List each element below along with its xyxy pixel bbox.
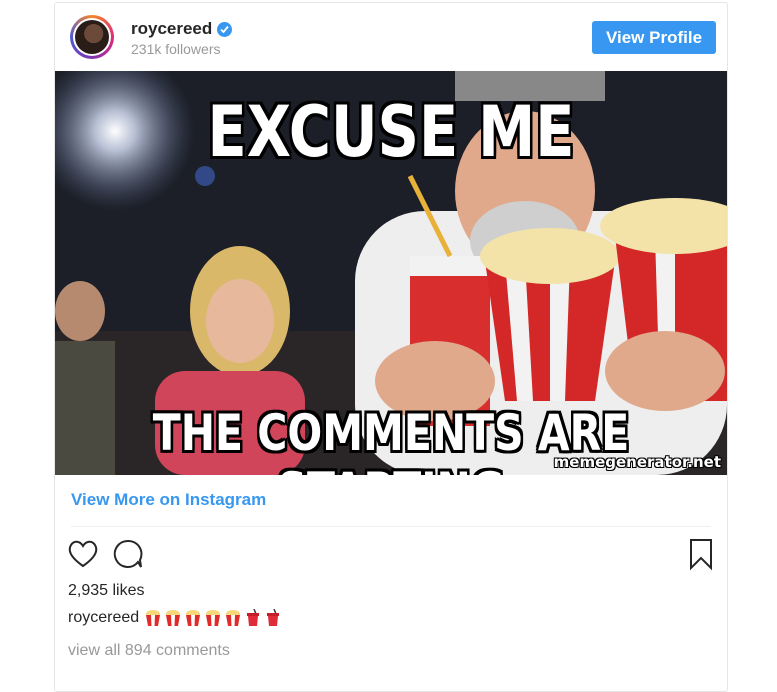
soda-cup-icon: [245, 608, 261, 627]
instagram-embed-card: roycereed 231k followers View Profile EX…: [54, 2, 728, 692]
popcorn-icon: [145, 609, 161, 627]
popcorn-icon: [165, 609, 181, 627]
caption-username[interactable]: roycereed: [68, 609, 139, 627]
meme-top-text: EXCUSE ME: [207, 91, 575, 173]
post-image[interactable]: EXCUSE ME THE COMMENTS ARE STARTING meme…: [55, 71, 727, 475]
popcorn-icon: [225, 609, 241, 627]
username[interactable]: roycereed: [131, 19, 212, 39]
avatar-ring: [73, 18, 111, 56]
view-more-link[interactable]: View More on Instagram: [71, 490, 266, 510]
heart-icon[interactable]: [66, 537, 100, 576]
watermark: memegenerator.net: [553, 453, 721, 471]
post-header: roycereed 231k followers View Profile: [55, 3, 727, 71]
verified-badge-icon: [217, 22, 232, 37]
follower-count: 231k followers: [131, 41, 221, 57]
bookmark-icon[interactable]: [687, 537, 715, 576]
caption: roycereed: [68, 608, 285, 627]
soda-cup-icon: [265, 608, 281, 627]
view-all-comments-link[interactable]: view all 894 comments: [68, 642, 230, 660]
view-profile-button[interactable]: View Profile: [592, 21, 716, 54]
avatar[interactable]: [70, 15, 114, 59]
avatar-photo: [75, 20, 109, 54]
popcorn-icon: [205, 609, 221, 627]
popcorn-icon: [185, 609, 201, 627]
comment-icon[interactable]: [111, 537, 145, 576]
divider: [71, 526, 711, 527]
like-count[interactable]: 2,935 likes: [68, 582, 145, 600]
